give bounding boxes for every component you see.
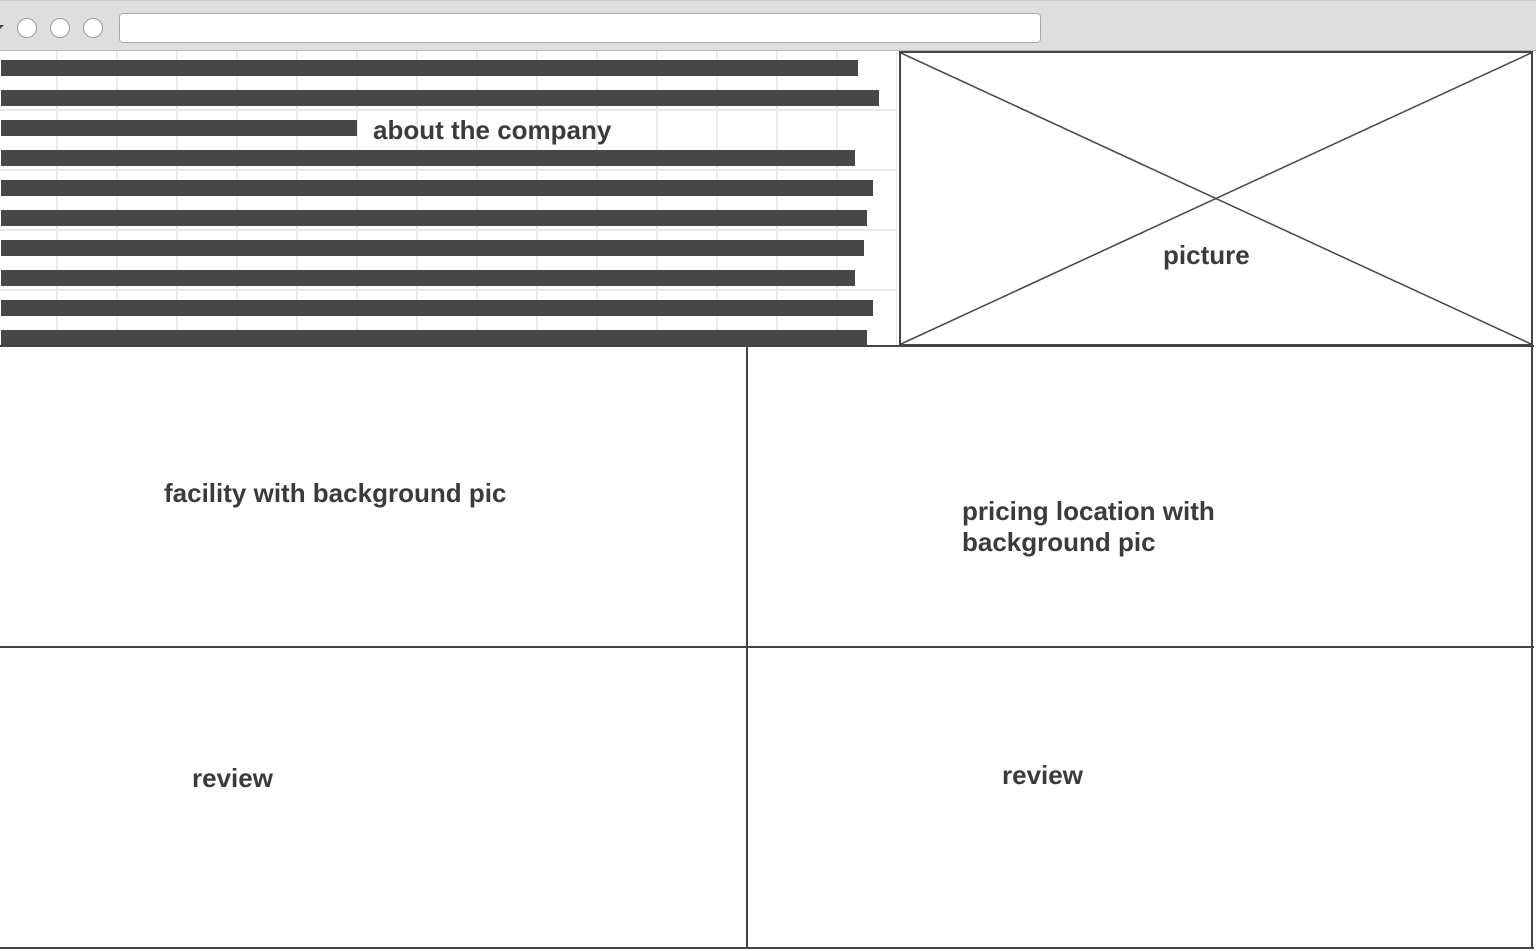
cursor-icon bbox=[0, 25, 4, 29]
address-bar[interactable] bbox=[119, 13, 1041, 43]
review-section-label: review bbox=[1002, 760, 1083, 790]
section-divider bbox=[0, 345, 1534, 347]
pricing-section-label: pricing location with background pic bbox=[962, 496, 1215, 558]
about-company-heading: about the company bbox=[373, 115, 612, 145]
placeholder-text-line bbox=[1, 150, 855, 166]
placeholder-text-line bbox=[1, 300, 873, 316]
placeholder-text-line bbox=[1, 240, 864, 256]
facility-section-label: facility with background pic bbox=[164, 478, 507, 508]
about-section: about the company bbox=[0, 51, 897, 345]
minimize-window-button[interactable] bbox=[50, 18, 70, 38]
close-window-button[interactable] bbox=[17, 18, 37, 38]
picture-placeholder: picture bbox=[899, 51, 1533, 346]
review-section-label: review bbox=[192, 763, 273, 793]
placeholder-text-line bbox=[1, 120, 357, 136]
placeholder-text-line bbox=[1, 330, 867, 345]
right-border bbox=[1531, 345, 1533, 949]
column-divider bbox=[746, 345, 748, 949]
placeholder-text-line bbox=[1, 60, 858, 76]
placeholder-text-line bbox=[1, 180, 873, 196]
section-divider bbox=[0, 646, 1534, 648]
pricing-label-line-1: pricing location with bbox=[962, 496, 1215, 526]
image-placeholder-icon bbox=[901, 53, 1531, 344]
section-divider bbox=[0, 947, 1534, 949]
picture-label: picture bbox=[1163, 240, 1250, 270]
placeholder-text-line bbox=[1, 210, 867, 226]
placeholder-text-line bbox=[1, 270, 855, 286]
placeholder-text-line bbox=[1, 90, 879, 106]
maximize-window-button[interactable] bbox=[83, 18, 103, 38]
browser-toolbar bbox=[0, 0, 1536, 51]
pricing-label-line-2: background pic bbox=[962, 527, 1156, 557]
